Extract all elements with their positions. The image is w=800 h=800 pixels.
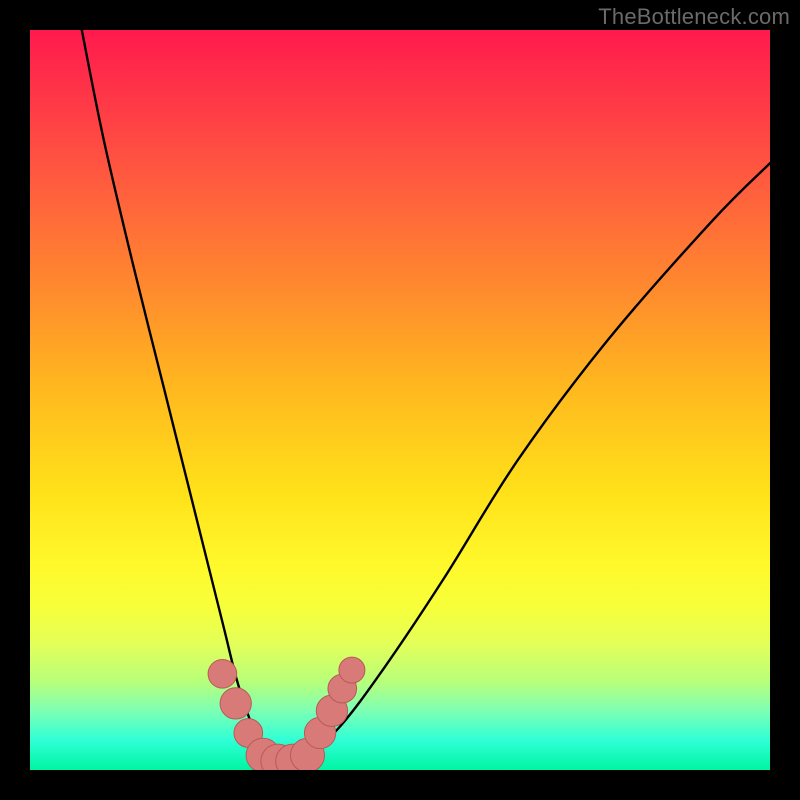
chart-frame: TheBottleneck.com bbox=[0, 0, 800, 800]
chart-marker bbox=[208, 659, 237, 688]
chart-overlay bbox=[30, 30, 770, 770]
watermark-text: TheBottleneck.com bbox=[598, 4, 790, 30]
chart-markers bbox=[208, 657, 365, 770]
chart-marker bbox=[339, 657, 365, 683]
chart-marker bbox=[220, 688, 251, 719]
bottleneck-curve bbox=[82, 30, 770, 762]
